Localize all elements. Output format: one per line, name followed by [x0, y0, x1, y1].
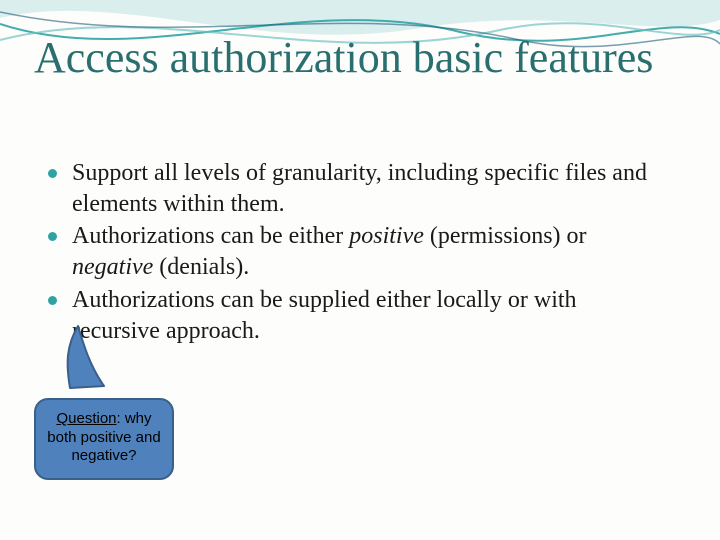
- callout-text: : why both positive and negative?: [47, 410, 160, 465]
- bullet-item: Authorizations can be either positive (p…: [44, 221, 670, 282]
- callout-bubble: Question: why both positive and negative…: [34, 398, 174, 480]
- callout-label: Question: [56, 410, 116, 427]
- question-callout: Question: why both positive and negative…: [34, 370, 174, 480]
- bullet-text: (denials).: [153, 254, 249, 280]
- bullet-em: negative: [72, 254, 153, 280]
- slide: Access authorization basic features Supp…: [0, 0, 720, 540]
- bullet-text: Authorizations can be supplied either lo…: [72, 287, 577, 344]
- bullet-text: Support all levels of granularity, inclu…: [72, 160, 647, 217]
- slide-title: Access authorization basic features: [34, 34, 686, 82]
- bullet-text: (permissions) or: [424, 223, 587, 249]
- bullet-text: Authorizations can be either: [72, 223, 349, 249]
- bullet-list: Support all levels of granularity, inclu…: [44, 158, 670, 346]
- bullet-item: Authorizations can be supplied either lo…: [44, 285, 670, 346]
- slide-body: Support all levels of granularity, inclu…: [44, 158, 670, 348]
- bullet-em: positive: [349, 223, 424, 249]
- bullet-item: Support all levels of granularity, inclu…: [44, 158, 670, 219]
